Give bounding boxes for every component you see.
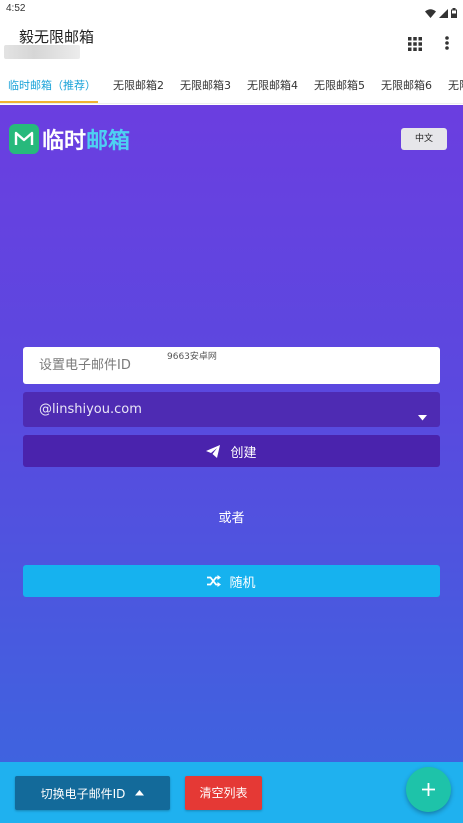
status-bar: 4:52 — [0, 0, 463, 18]
grid-icon[interactable] — [408, 36, 424, 52]
language-button[interactable]: 中文 — [401, 128, 447, 150]
domain-select[interactable]: @linshiyou.com — [23, 392, 440, 427]
app-bar: 毅无限邮箱 — [0, 18, 463, 68]
tab-indicator — [0, 101, 98, 103]
send-icon — [206, 444, 221, 458]
bottom-bar: 切换电子邮件ID 清空列表 — [0, 762, 463, 823]
email-id-input[interactable] — [23, 347, 440, 384]
email-id-field[interactable] — [23, 347, 440, 384]
caret-up-icon — [135, 790, 145, 796]
tab-temp-mail[interactable]: 临时邮箱（推荐） — [0, 68, 98, 103]
tab-mailbox-4[interactable]: 无限邮箱4 — [247, 68, 298, 103]
tab-mailbox-5[interactable]: 无限邮箱5 — [314, 68, 365, 103]
logo-text-part2: 邮箱 — [86, 129, 131, 154]
create-button[interactable]: 创建 — [23, 435, 440, 467]
or-divider-text: 或者 — [218, 511, 245, 526]
app-title: 毅无限邮箱 — [19, 28, 95, 46]
logo-text-part1: 临时 — [42, 129, 87, 154]
add-fab-button[interactable] — [406, 767, 451, 812]
create-button-label: 创建 — [230, 445, 257, 461]
watermark-text: 9663安卓网 — [167, 352, 217, 362]
blurred-subtitle — [4, 45, 80, 59]
mail-m-icon — [9, 124, 39, 154]
tab-mailbox-3[interactable]: 无限邮箱3 — [180, 68, 231, 103]
status-time: 4:52 — [6, 3, 26, 14]
tab-label: 无限邮箱4 — [247, 79, 298, 92]
more-vert-icon[interactable] — [440, 34, 454, 52]
caret-down-icon — [418, 406, 427, 425]
domain-value: @linshiyou.com — [39, 402, 142, 417]
tab-label: 无限邮箱2 — [113, 79, 164, 92]
tab-label: 临时邮箱（推荐） — [8, 79, 96, 92]
random-button-label: 随机 — [229, 575, 256, 591]
plus-icon — [422, 783, 435, 796]
tab-mailbox-7[interactable]: 无限邮 — [448, 68, 463, 103]
tab-label: 无限邮箱3 — [180, 79, 231, 92]
tab-label: 无限邮 — [448, 79, 463, 92]
app-logo: 临时 邮箱 — [9, 124, 130, 154]
switch-email-id-label: 切换电子邮件ID — [40, 786, 126, 801]
tab-mailbox-6[interactable]: 无限邮箱6 — [381, 68, 432, 103]
tab-label: 无限邮箱6 — [381, 79, 432, 92]
shuffle-icon — [207, 575, 222, 587]
switch-email-id-button[interactable]: 切换电子邮件ID — [15, 776, 170, 810]
main-panel: 临时 邮箱 中文 9663安卓网 @linshiyou.com 创建 或者 随机 — [0, 105, 463, 762]
tab-bar: 临时邮箱（推荐） 无限邮箱2 无限邮箱3 无限邮箱4 无限邮箱5 无限邮箱6 无… — [0, 68, 463, 104]
tab-mailbox-2[interactable]: 无限邮箱2 — [113, 68, 164, 103]
tab-label: 无限邮箱5 — [314, 79, 365, 92]
clear-list-button[interactable]: 清空列表 — [185, 776, 262, 810]
random-button[interactable]: 随机 — [23, 565, 440, 597]
